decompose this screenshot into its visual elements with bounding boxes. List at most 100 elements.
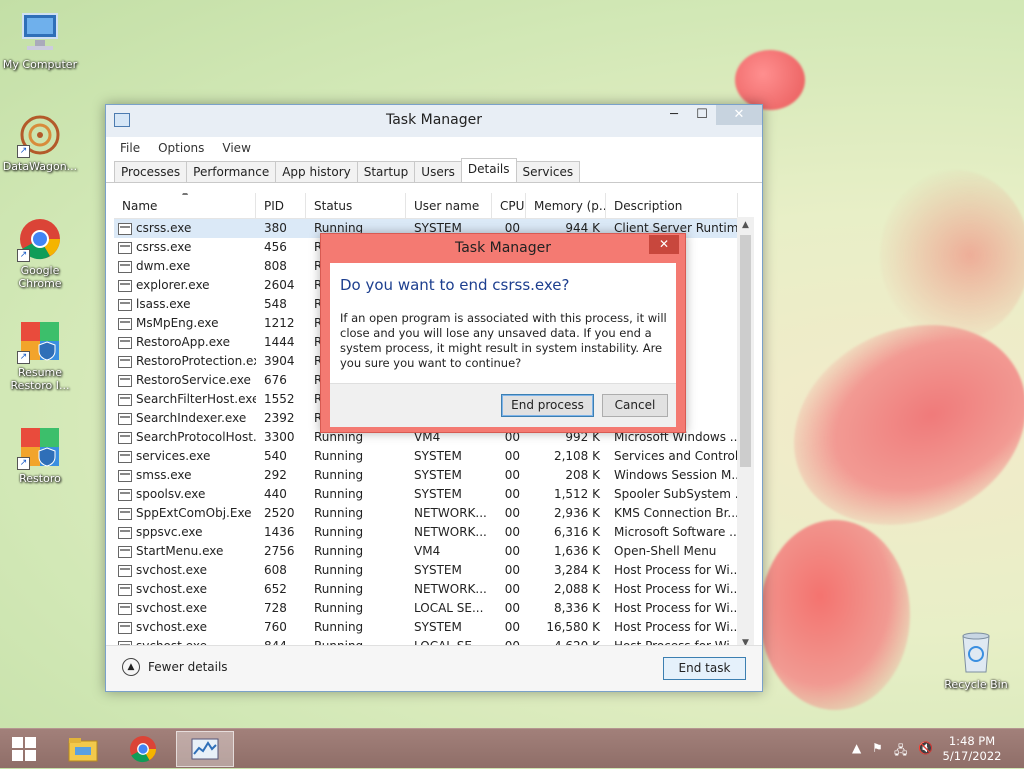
title-bar[interactable]: Task Manager ─ ☐ ✕	[106, 105, 762, 137]
minimize-button[interactable]: ─	[660, 105, 688, 125]
tab-performance[interactable]: Performance	[186, 161, 277, 182]
menu-file[interactable]: File	[120, 141, 140, 155]
dialog-close-button[interactable]: ✕	[649, 235, 679, 254]
process-icon	[118, 469, 132, 482]
maximize-button[interactable]: ☐	[688, 105, 716, 125]
desktop-icon-restoro[interactable]: ↗ Restoro	[0, 424, 80, 485]
process-name-cell: svchost.exe	[114, 618, 256, 637]
start-button[interactable]	[0, 731, 48, 767]
table-row[interactable]: services.exe 540 Running SYSTEM 00 2,108 K Ser…	[114, 447, 754, 466]
table-row[interactable]: sppsvc.exe 1436 Running NETWORK... 00 6,316 K…	[114, 523, 754, 542]
table-cell: LOCAL SE...	[414, 601, 484, 615]
column-header-memory[interactable]: Memory (p...	[526, 193, 606, 219]
desktop-icon-my-computer[interactable]: My Computer	[0, 10, 80, 71]
process-name-cell: svchost.exe	[114, 580, 256, 599]
process-name: RestoroProtection.exe	[136, 354, 256, 368]
process-icon	[118, 317, 132, 330]
tab-services[interactable]: Services	[515, 161, 581, 182]
table-cell: 00	[504, 525, 520, 539]
process-name-cell: RestoroProtection.exe	[114, 352, 256, 371]
table-cell: Running	[314, 487, 364, 501]
table-cell: Running	[314, 506, 364, 520]
process-icon	[118, 583, 132, 596]
process-name-cell: services.exe	[114, 447, 256, 466]
process-name: svchost.exe	[136, 582, 207, 596]
dialog-question: Do you want to end csrss.exe?	[340, 276, 570, 294]
table-header: ▲ Name PID Status User name CPU Memory (…	[114, 193, 754, 219]
end-task-button[interactable]: End task	[663, 657, 746, 680]
taskbar-chrome[interactable]	[116, 731, 170, 767]
volume-muted-icon[interactable]: 🔇	[918, 741, 933, 755]
end-process-button[interactable]: End process	[501, 394, 594, 417]
column-header-pid[interactable]: PID	[256, 193, 306, 219]
table-row[interactable]: svchost.exe 760 Running SYSTEM 00 16,580 K Hos…	[114, 618, 754, 637]
column-header-name[interactable]: Name	[114, 193, 256, 219]
process-name-cell: StartMenu.exe	[114, 542, 256, 561]
clock[interactable]: 1:48 PM 5/17/2022	[942, 734, 1002, 764]
table-cell: Open-Shell Menu	[614, 544, 717, 558]
tab-users[interactable]: Users	[414, 161, 462, 182]
taskbar-file-explorer[interactable]	[56, 731, 110, 767]
process-icon	[118, 621, 132, 634]
table-cell: 728	[264, 601, 287, 615]
process-name-cell: smss.exe	[114, 466, 256, 485]
desktop-icon-google-chrome[interactable]: ↗ Google Chrome	[0, 216, 80, 290]
table-cell: Services and Control...	[614, 449, 738, 463]
process-name: StartMenu.exe	[136, 544, 224, 558]
column-header-user-name[interactable]: User name	[406, 193, 492, 219]
scrollbar-thumb[interactable]	[740, 235, 751, 467]
tab-processes[interactable]: Processes	[114, 161, 188, 182]
table-cell: 00	[504, 506, 520, 520]
process-icon	[118, 431, 132, 444]
show-hidden-icons-chevron-icon[interactable]: ▲	[852, 741, 861, 755]
table-cell: 676	[264, 373, 287, 387]
cancel-button[interactable]: Cancel	[602, 394, 668, 417]
table-cell: 760	[264, 620, 287, 634]
table-row[interactable]: svchost.exe 728 Running LOCAL SE... 00 8,336 …	[114, 599, 754, 618]
table-cell: 2756	[264, 544, 295, 558]
process-icon	[118, 545, 132, 558]
desktop-icon-resume-restoro[interactable]: ↗ Resume Restoro I...	[0, 318, 80, 392]
taskbar-task-manager[interactable]	[176, 731, 234, 767]
tab-details[interactable]: Details	[460, 158, 517, 182]
column-header-status[interactable]: Status	[306, 193, 406, 219]
table-cell: SYSTEM	[414, 620, 462, 634]
restoro-icon: ↗	[17, 318, 63, 364]
table-row[interactable]: spoolsv.exe 440 Running SYSTEM 00 1,512 K Spoo…	[114, 485, 754, 504]
process-name-cell: sppsvc.exe	[114, 523, 256, 542]
table-cell: 456	[264, 240, 287, 254]
table-cell: Spooler SubSystem ...	[614, 487, 738, 501]
tab-startup[interactable]: Startup	[356, 161, 416, 182]
menu-view[interactable]: View	[222, 141, 250, 155]
scroll-up-icon[interactable]: ▲	[737, 217, 754, 233]
table-row[interactable]: StartMenu.exe 2756 Running VM4 00 1,636 K Open…	[114, 542, 754, 561]
close-button[interactable]: ✕	[716, 105, 762, 125]
computer-icon	[17, 10, 63, 56]
table-cell: 00	[504, 487, 520, 501]
table-row[interactable]: SppExtComObj.Exe 2520 Running NETWORK... 00 2…	[114, 504, 754, 523]
action-center-flag-icon[interactable]: ⚑	[872, 741, 883, 755]
process-name-cell: SearchProtocolHost....	[114, 428, 256, 447]
fewer-details-label: Fewer details	[148, 660, 228, 674]
process-icon	[118, 222, 132, 235]
menu-bar: File Options View	[106, 137, 762, 159]
column-header-cpu[interactable]: CPU	[492, 193, 526, 219]
chrome-icon	[129, 735, 157, 763]
process-name-cell: explorer.exe	[114, 276, 256, 295]
process-icon	[118, 526, 132, 539]
tab-app-history[interactable]: App history	[275, 161, 358, 182]
column-header-description[interactable]: Description	[606, 193, 738, 219]
fewer-details-button[interactable]: ▲ Fewer details	[122, 658, 228, 676]
recycle-bin-icon	[953, 630, 999, 676]
table-cell: KMS Connection Br...	[614, 506, 738, 520]
vertical-scrollbar[interactable]: ▲ ▼	[737, 217, 754, 651]
desktop-icon-label: Resume Restoro I...	[10, 366, 70, 392]
desktop-icon-datawagon[interactable]: ↗ DataWagon...	[0, 112, 80, 173]
table-row[interactable]: svchost.exe 608 Running SYSTEM 00 3,284 K Host…	[114, 561, 754, 580]
desktop-icon-recycle-bin[interactable]: Recycle Bin	[936, 630, 1016, 691]
menu-options[interactable]: Options	[158, 141, 204, 155]
network-icon[interactable]: 🖧	[894, 741, 907, 762]
table-row[interactable]: svchost.exe 652 Running NETWORK... 00 2,088 K…	[114, 580, 754, 599]
desktop-icon-label: Google Chrome	[18, 264, 62, 290]
table-row[interactable]: smss.exe 292 Running SYSTEM 00 208 K Windows S…	[114, 466, 754, 485]
